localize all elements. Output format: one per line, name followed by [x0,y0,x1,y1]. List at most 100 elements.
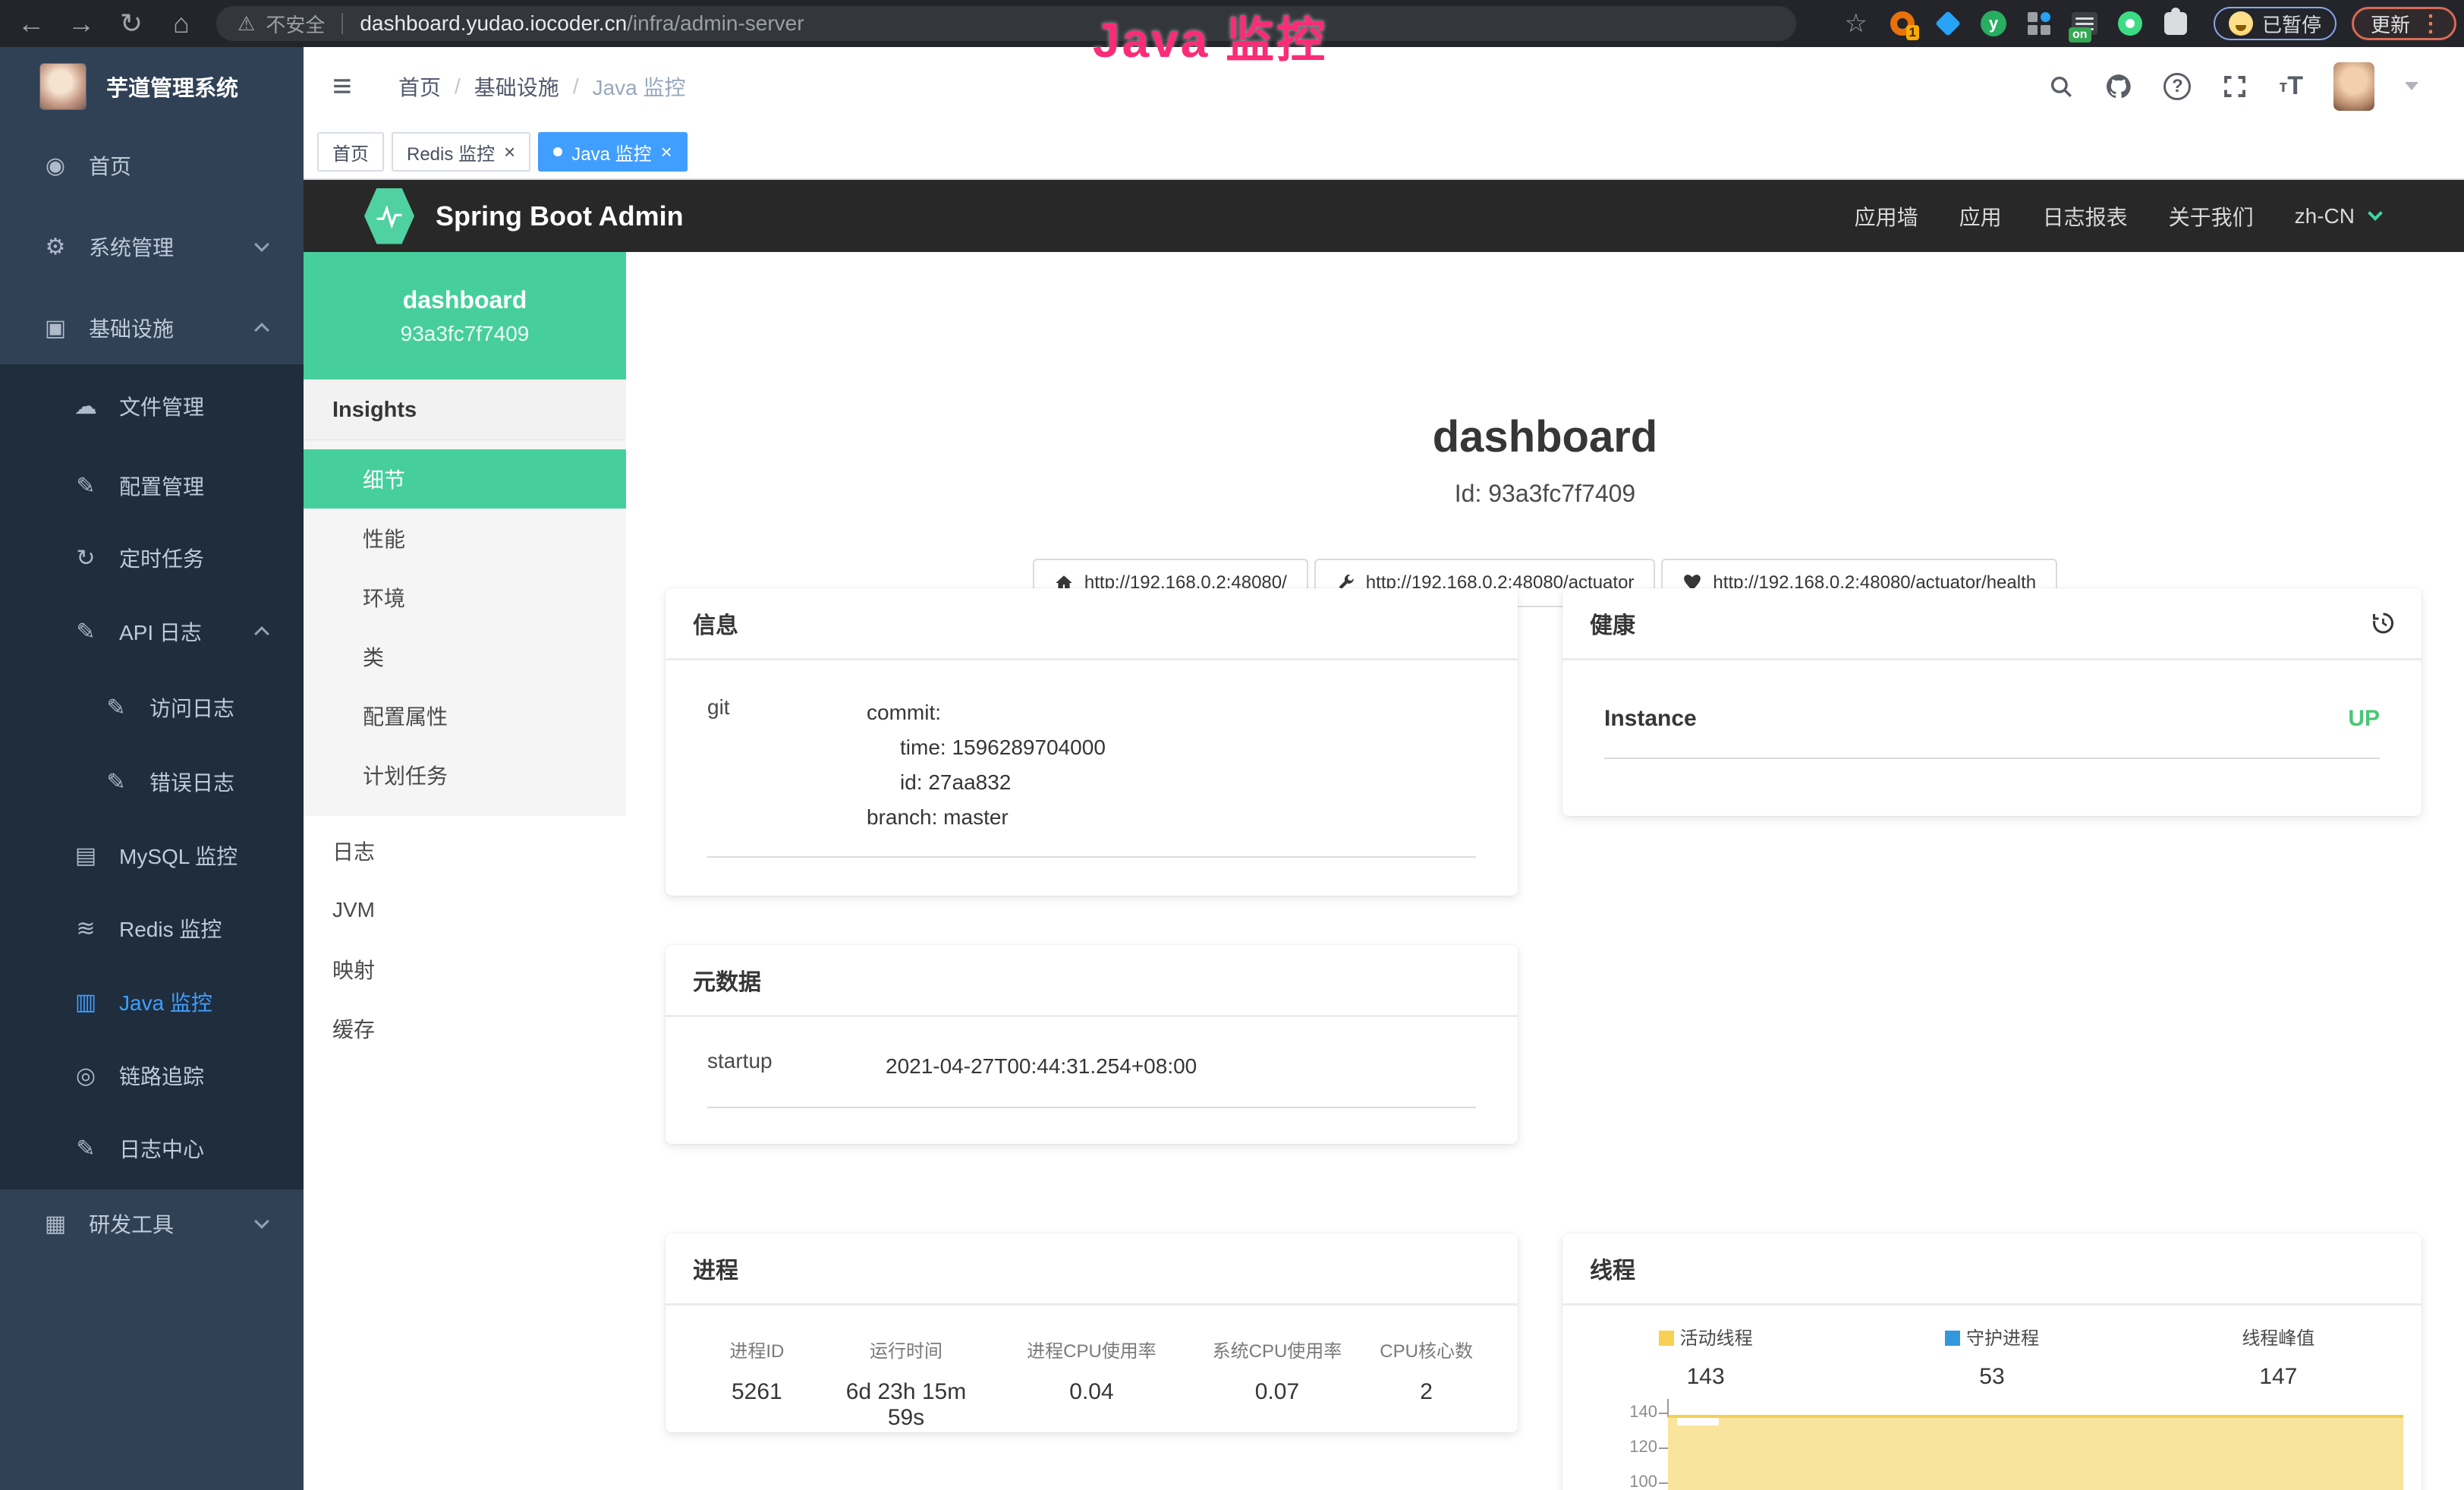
user-avatar[interactable] [2333,62,2374,111]
history-icon[interactable] [2368,610,2396,637]
sidebar-item-system-manage[interactable]: 系统管理 [0,210,304,283]
extension-leaf-icon[interactable] [2115,8,2145,39]
sba-nav-wallboard[interactable]: 应用墙 [1855,201,1918,232]
y-tick-100: 100 [1604,1472,1657,1490]
sidebar-item-java-monitor[interactable]: Java 监控 [0,966,304,1038]
tab-redis-monitor[interactable]: Redis 监控 × [392,132,530,172]
extension-y-icon[interactable]: y [1978,8,2009,39]
extension-pin-icon[interactable] [1933,8,1963,39]
sidebar-item-error-log[interactable]: 错误日志 [0,745,304,818]
sba-menu-jvm[interactable]: JVM [304,880,626,940]
sidebar-item-home[interactable]: 首页 [0,129,304,202]
sba-sidebar: dashboard 93a3fc7f7409 Insights 细节 性能 环境… [304,252,626,1490]
sba-menu-performance[interactable]: 性能 [304,509,626,568]
extension-orange-icon[interactable]: 1 [1887,8,1918,39]
sidebar-item-file-manage[interactable]: 文件管理 [0,370,304,443]
address-bar[interactable]: ⚠ 不安全 dashboard.yudao.iocoder.cn /infra/… [216,6,1796,41]
toolbox-icon [42,1211,69,1237]
sba-lang-select[interactable]: zh-CN [2295,204,2355,228]
sba-menu-config-props[interactable]: 配置属性 [304,686,626,745]
blue-swatch-icon [1945,1331,1960,1346]
breadcrumb-current: Java 监控 [593,71,686,102]
github-icon[interactable] [2104,72,2133,101]
info-row-value: commit: time: 1596289704000 id: 27aa832 … [867,695,1106,835]
sidebar-item-dev-tools[interactable]: 研发工具 [0,1187,304,1260]
page-title: dashboard [626,411,2464,462]
sidebar-item-redis-monitor[interactable]: Redis 监控 [0,892,304,965]
sba-menu-caches[interactable]: 缓存 [304,999,626,1058]
sba-nav-journal[interactable]: 日志报表 [2043,201,2128,232]
font-size-icon[interactable]: тT [2279,71,2303,101]
sidebar-item-api-log[interactable]: API 日志 [0,595,304,668]
breadcrumb-infrastructure[interactable]: 基础设施 [474,71,559,102]
browser-window: ← → ↻ ⌂ ⚠ 不安全 dashboard.yudao.iocoder.cn… [0,0,2464,1490]
annotation-text: Java 监控 [1093,2,1327,71]
java-monitor-icon [72,989,99,1016]
sba-menu-details[interactable]: 细节 [304,449,626,509]
breadcrumb-home[interactable]: 首页 [398,71,441,102]
trace-icon [72,1063,99,1089]
sidebar-item-access-log[interactable]: 访问日志 [0,671,304,744]
fullscreen-icon[interactable] [2221,73,2248,100]
tab-java-monitor[interactable]: Java 监控 × [538,132,688,172]
sidebar-item-trace[interactable]: 链路追踪 [0,1039,304,1112]
breadcrumb: 首页 / 基础设施 / Java 监控 [398,47,686,125]
sidebar-item-mysql-monitor[interactable]: MySQL 监控 [0,819,304,892]
sba-menu-scheduled-tasks[interactable]: 计划任务 [304,745,626,805]
sba-app-header[interactable]: dashboard 93a3fc7f7409 [304,252,626,380]
sba-menu-classes[interactable]: 类 [304,627,626,686]
status-badge: UP [2348,706,2380,732]
yellow-swatch-icon [1659,1331,1674,1346]
sidebar-toggle-icon[interactable]: ≡ [332,47,352,125]
sidebar-item-config-manage[interactable]: 配置管理 [0,449,304,522]
sidebar-item-scheduled-jobs[interactable]: 定时任务 [0,521,304,594]
close-icon[interactable]: × [661,140,672,164]
sba-logo-icon[interactable] [364,188,414,244]
breadcrumb-separator: / [573,74,579,99]
sba-menu-environment[interactable]: 环境 [304,568,626,627]
on-badge: on [2069,27,2091,43]
extension-list-icon[interactable]: on [2069,8,2100,39]
sidebar-item-log-center[interactable]: 日志中心 [0,1112,304,1185]
legend-peak-threads: 线程峰值 [2135,1323,2422,1350]
chevron-up-icon [254,626,269,641]
browser-menu-icon[interactable]: ⋮ [2419,11,2442,37]
extension-badge: 1 [1906,25,1919,40]
reload-icon[interactable]: ↻ [106,8,156,39]
bookmark-star-icon[interactable]: ☆ [1844,8,1867,39]
sba-nav-applications[interactable]: 应用 [1959,201,2002,232]
live-threads-value: 143 [1562,1364,1849,1390]
monitor-icon [42,315,69,342]
not-secure-icon[interactable]: ⚠ [238,12,255,36]
database-icon [72,843,99,869]
dashboard-icon [42,153,69,179]
health-card: 健康 Instance UP [1562,588,2422,816]
paused-pill[interactable]: 已暂停 [2214,7,2337,40]
sba-brand-title[interactable]: Spring Boot Admin [436,200,684,232]
back-icon[interactable]: ← [6,8,56,39]
search-icon[interactable] [2048,74,2074,99]
metadata-row-label: startup [707,1049,886,1084]
sba-menu-logs[interactable]: 日志 [304,821,626,880]
gear-icon [42,234,69,260]
sidebar-item-infrastructure[interactable]: 基础设施 [0,291,304,364]
update-button[interactable]: 更新 ⋮ [2352,7,2456,40]
metadata-startup-row: startup 2021-04-27T00:44:31.254+08:00 [707,1049,1476,1108]
home-icon[interactable]: ⌂ [156,8,206,39]
sba-app-name: dashboard [403,286,527,314]
breadcrumb-separator: / [455,74,461,99]
threads-area-chart [1668,1415,2403,1490]
forward-icon[interactable]: → [56,8,106,39]
avatar-caret-icon[interactable] [2405,82,2418,90]
close-icon[interactable]: × [504,140,515,164]
extension-grid-icon[interactable] [2024,8,2054,39]
sba-menu-mappings[interactable]: 映射 [304,940,626,999]
brand-title: 芋道管理系统 [106,71,238,102]
daemon-threads-value: 53 [1849,1364,2135,1390]
help-icon[interactable]: ? [2163,73,2191,100]
brand-row[interactable]: 芋道管理系统 [0,47,304,125]
sba-nav-about[interactable]: 关于我们 [2169,201,2254,232]
instance-id: Id: 93a3fc7f7409 [626,480,2464,508]
extensions-puzzle-icon[interactable] [2160,8,2191,39]
tab-home[interactable]: 首页 [317,132,384,172]
